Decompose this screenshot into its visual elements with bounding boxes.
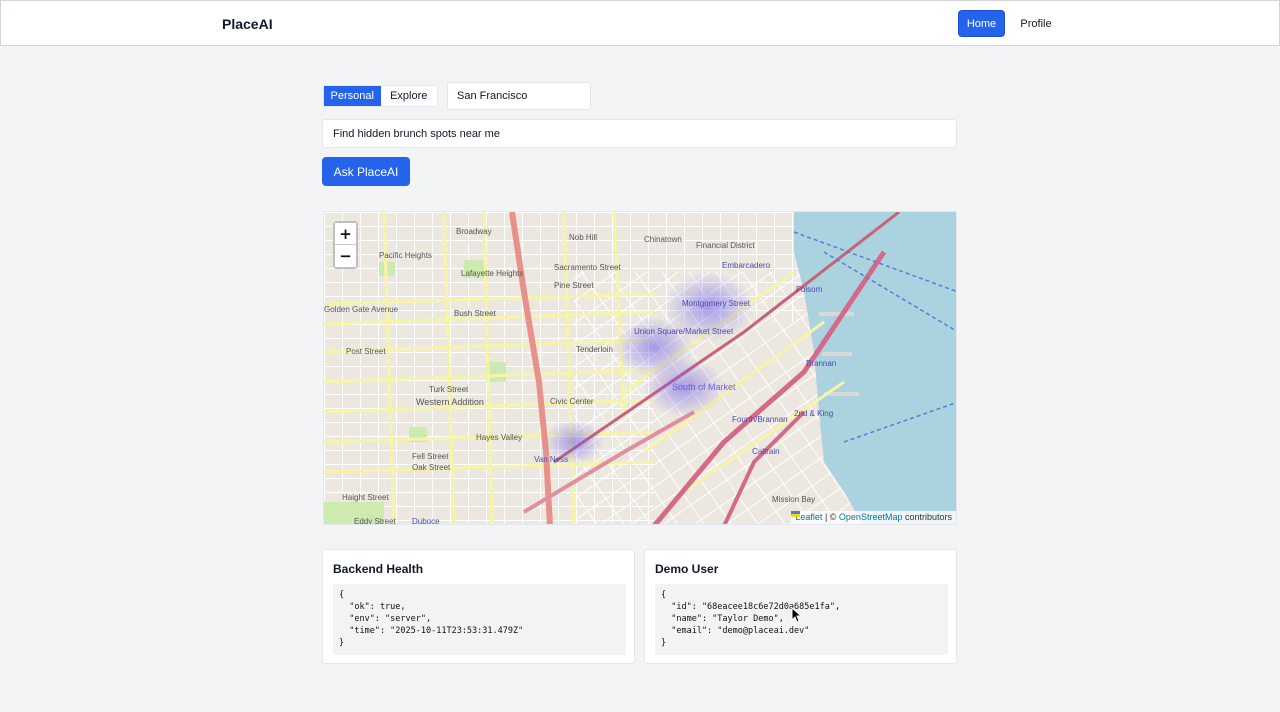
map-label-pacific-heights: Pacific Heights	[379, 251, 432, 260]
map-attribution: Leaflet | © OpenStreetMap contributors	[791, 511, 956, 524]
zoom-out-button[interactable]: −	[335, 245, 356, 267]
map-label-hayes-valley: Hayes Valley	[476, 433, 522, 442]
backend-health-card: Backend Health { "ok": true, "env": "ser…	[322, 549, 635, 664]
attribution-separator: | ©	[822, 512, 839, 522]
mode-toggle: Personal Explore	[323, 85, 438, 107]
map-label-haight-street: Haight Street	[342, 493, 389, 502]
mode-personal-button[interactable]: Personal	[324, 86, 381, 106]
nav-profile-button[interactable]: Profile	[1013, 10, 1059, 37]
query-input[interactable]	[322, 119, 957, 148]
map-label-mission-bay: Mission Bay	[772, 495, 815, 504]
map-label-bush-street: Bush Street	[454, 309, 497, 318]
map-label-civic-center: Civic Center	[550, 397, 594, 406]
map-label-post-street: Post Street	[346, 347, 386, 356]
map-label-south-of-market: South of Market	[672, 382, 736, 392]
map-label-embarcadero: Embarcadero	[722, 261, 771, 270]
map-label-sacramento-street: Sacramento Street	[554, 263, 621, 272]
map-label-montgomery-street: Montgomery Street	[682, 299, 751, 308]
map-label-brannan: Brannan	[806, 359, 836, 368]
demo-user-title: Demo User	[655, 562, 719, 576]
map-label-nob-hill: Nob Hill	[569, 233, 597, 242]
map-label-duboce: Duboce	[412, 517, 440, 525]
top-navbar: PlaceAI Home Profile	[0, 0, 1280, 46]
city-input[interactable]	[447, 82, 591, 110]
zoom-in-button[interactable]: +	[335, 223, 356, 245]
attribution-contributors: contributors	[902, 512, 952, 522]
map-label-golden-gate-avenue: Golden Gate Avenue	[324, 305, 399, 314]
map-label-eddy-street: Eddy Street	[354, 517, 397, 525]
map-label-fell-street: Fell Street	[412, 452, 449, 461]
mouse-cursor-icon	[791, 607, 802, 623]
zoom-control: + −	[333, 221, 358, 269]
map-label-pine-street: Pine Street	[554, 281, 594, 290]
map-label-oak-street: Oak Street	[412, 463, 451, 472]
map-label-folsom: Folsom	[796, 285, 823, 294]
brand-logo[interactable]: PlaceAI	[222, 16, 273, 32]
backend-health-title: Backend Health	[333, 562, 424, 576]
map-label-chinatown: Chinatown	[644, 235, 682, 244]
nav-home-button[interactable]: Home	[958, 10, 1005, 37]
map-label-tenderloin: Tenderloin	[576, 345, 613, 354]
map-label-turk-street: Turk Street	[429, 385, 469, 394]
map-label-financial-district: Financial District	[696, 241, 755, 250]
map-label-van-ness: Van Ness	[534, 455, 568, 464]
ukraine-flag-icon	[791, 511, 801, 517]
map-label-western-addition: Western Addition	[416, 397, 484, 407]
map-label-caltrain: Caltrain	[752, 447, 780, 456]
map-label-union-square: Union Square/Market Street	[634, 327, 734, 336]
map-tiles: Nob Hill Chinatown Financial District Em…	[324, 212, 956, 525]
map-label-lafayette-heights: Lafayette Heights	[461, 269, 523, 278]
ask-placeai-button[interactable]: Ask PlaceAI	[322, 157, 410, 186]
map-label-fourth-brannan: Fourth/Brannan	[732, 415, 788, 424]
map-view[interactable]: Nob Hill Chinatown Financial District Em…	[323, 211, 957, 525]
osm-link[interactable]: OpenStreetMap	[839, 512, 903, 522]
mode-explore-button[interactable]: Explore	[380, 86, 437, 106]
backend-health-json: { "ok": true, "env": "server", "time": "…	[333, 584, 626, 655]
map-label-2nd-and-king: 2nd & King	[794, 409, 833, 418]
map-label-broadway: Broadway	[456, 227, 492, 236]
